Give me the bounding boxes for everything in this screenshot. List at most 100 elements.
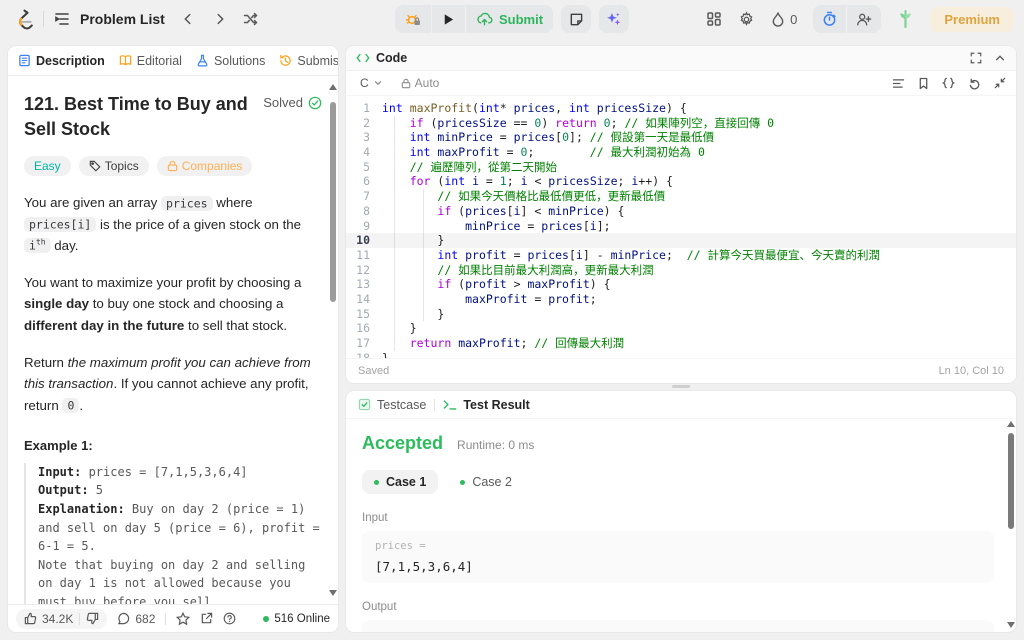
companies-button[interactable]: Companies — [156, 156, 253, 177]
online-count: 516 Online — [263, 613, 330, 625]
code-text: } — [382, 233, 445, 248]
panel-drag-handle[interactable] — [672, 385, 690, 388]
code-line[interactable]: 4 int maxProfit = 0; // 最大利潤初始為 0 — [346, 145, 1016, 160]
problem-list-label[interactable]: Problem List — [80, 11, 165, 27]
favorite-button[interactable] — [176, 611, 191, 626]
description-icon — [19, 54, 30, 67]
code-line[interactable]: 12 // 如果比目前最大利潤高，更新最大利潤 — [346, 263, 1016, 278]
line-number: 10 — [356, 233, 370, 248]
terminal-icon — [443, 399, 457, 410]
code-text: } — [382, 350, 389, 358]
ai-sparkle-button[interactable] — [599, 5, 630, 33]
topics-button[interactable]: Topics — [78, 156, 149, 177]
settings-gear-icon[interactable] — [738, 10, 755, 28]
streak-counter[interactable]: 0 — [771, 11, 797, 27]
input-label: Input — [362, 512, 388, 524]
fullscreen-icon[interactable] — [970, 52, 982, 64]
collapse-panel-icon[interactable] — [994, 52, 1006, 64]
code-editor[interactable]: 1 int maxProfit(int* prices, int pricesSi… — [346, 97, 1016, 358]
code-text: int maxProfit(int* prices, int pricesSiz… — [382, 101, 687, 115]
tab-test-result[interactable]: Test Result — [443, 398, 530, 412]
scrollbar-thumb[interactable] — [1008, 433, 1014, 529]
plant-streak-icon[interactable] — [897, 10, 914, 28]
description-scrollbar[interactable] — [329, 80, 337, 600]
case-tab-1[interactable]: Case 1 — [362, 470, 439, 494]
leetcode-logo[interactable] — [14, 9, 33, 30]
code-line[interactable]: 11 int profit = prices[i] - minPrice; //… — [346, 248, 1016, 263]
code-line[interactable]: 9 minPrice = prices[i]; — [346, 219, 1016, 234]
difficulty-badge[interactable]: Easy — [24, 156, 71, 177]
comments-button[interactable]: 682 — [117, 612, 155, 626]
tab-testcase[interactable]: Testcase — [358, 398, 426, 412]
code-line[interactable]: 2 if (pricesSize == 0) return 0; // 如果陣列… — [346, 116, 1016, 131]
like-button[interactable]: 34.2K — [24, 612, 73, 626]
premium-button[interactable]: Premium — [930, 6, 1014, 32]
test-scrollbar[interactable] — [1007, 421, 1015, 628]
code-line[interactable]: 13 if (profit > maxProfit) { — [346, 277, 1016, 292]
tab-submissions[interactable]: Submissions — [279, 54, 338, 68]
code-line[interactable]: 5 // 遍歷陣列，從第二天開始 — [346, 160, 1016, 175]
scrollbar-thumb[interactable] — [330, 102, 336, 302]
case-tab-2[interactable]: Case 2 — [448, 470, 524, 494]
help-button[interactable] — [223, 612, 236, 625]
layout-grid-icon[interactable] — [706, 11, 722, 27]
line-number: 4 — [363, 145, 370, 160]
editorial-icon — [119, 55, 131, 66]
reset-code-icon[interactable] — [968, 77, 981, 90]
code-line[interactable]: 3 int minPrice = prices[0]; // 假設第一天是最低價 — [346, 130, 1016, 145]
braces-icon[interactable] — [942, 77, 955, 89]
tab-solutions[interactable]: Solutions — [196, 54, 265, 68]
format-code-icon[interactable] — [892, 78, 905, 89]
shuffle-icon[interactable] — [243, 11, 259, 27]
code-line[interactable]: 10 } — [346, 233, 1016, 248]
code-line[interactable]: 14 maxProfit = profit; — [346, 292, 1016, 307]
saved-status: Saved — [358, 365, 390, 377]
code-line[interactable]: 7 // 如果今天價格比最低價更低，更新最低價 — [346, 189, 1016, 204]
code-text: // 如果比目前最大利潤高，更新最大利潤 — [437, 262, 654, 277]
code-line[interactable]: 17 return maxProfit; // 回傳最大利潤 — [346, 336, 1016, 351]
next-problem-button[interactable] — [213, 12, 227, 26]
problem-list-icon[interactable] — [54, 11, 70, 27]
test-result-content: Accepted Runtime: 0 ms Case 1 Case 2 Inpu… — [346, 419, 1004, 632]
share-button[interactable] — [200, 612, 213, 625]
scroll-up-arrow[interactable] — [329, 84, 337, 90]
problem-paragraph: You want to maximize your profit by choo… — [24, 275, 302, 333]
scroll-up-arrow[interactable] — [1007, 421, 1015, 427]
run-button[interactable] — [430, 5, 465, 33]
case-tabs: Case 1 Case 2 — [362, 470, 994, 494]
line-number: 14 — [356, 291, 370, 306]
timer-button[interactable] — [813, 5, 846, 33]
code-text: maxProfit = profit; — [465, 291, 597, 306]
code-line[interactable]: 15 } — [346, 307, 1016, 322]
tab-editorial[interactable]: Editorial — [119, 54, 182, 68]
auto-mode-chip[interactable]: Auto — [401, 76, 439, 90]
test-panel-header: Testcase Test Result — [346, 391, 1016, 419]
scroll-down-arrow[interactable] — [1007, 622, 1015, 628]
code-line[interactable]: 1 int maxProfit(int* prices, int pricesSi… — [346, 101, 1016, 116]
submit-button[interactable]: Submit — [464, 5, 553, 33]
line-number: 3 — [363, 130, 370, 145]
input-box[interactable]: prices = [7,1,5,3,6,4] — [362, 531, 994, 583]
bookmark-icon[interactable] — [918, 77, 929, 90]
collapse-editor-icon[interactable] — [994, 77, 1006, 89]
tag-icon — [89, 161, 101, 172]
code-line[interactable]: 18} — [346, 351, 1016, 358]
collaborate-button[interactable] — [846, 5, 881, 33]
code-line[interactable]: 8 if (prices[i] < minPrice) { — [346, 204, 1016, 219]
code-line[interactable]: 6 for (int i = 1; i < pricesSize; i++) { — [346, 174, 1016, 189]
output-box[interactable]: 5 — [362, 620, 994, 632]
case-dot — [460, 479, 466, 485]
test-result-panel: Testcase Test Result Accepted Runtime: 0… — [346, 391, 1016, 632]
language-selector[interactable]: C — [356, 74, 387, 92]
scroll-down-arrow[interactable] — [329, 590, 337, 596]
line-number: 16 — [356, 321, 370, 336]
problem-footer: 34.2K 682 516 Online — [8, 604, 338, 632]
debug-button[interactable] — [395, 5, 431, 33]
code-line[interactable]: 16 } — [346, 321, 1016, 336]
prev-problem-button[interactable] — [181, 12, 195, 26]
code-text: for (int i = 1; i < pricesSize; i++) { — [409, 174, 673, 189]
notes-button[interactable] — [561, 5, 592, 33]
tab-description[interactable]: Description — [18, 54, 105, 68]
line-number: 17 — [356, 336, 370, 350]
dislike-button[interactable] — [86, 612, 99, 625]
